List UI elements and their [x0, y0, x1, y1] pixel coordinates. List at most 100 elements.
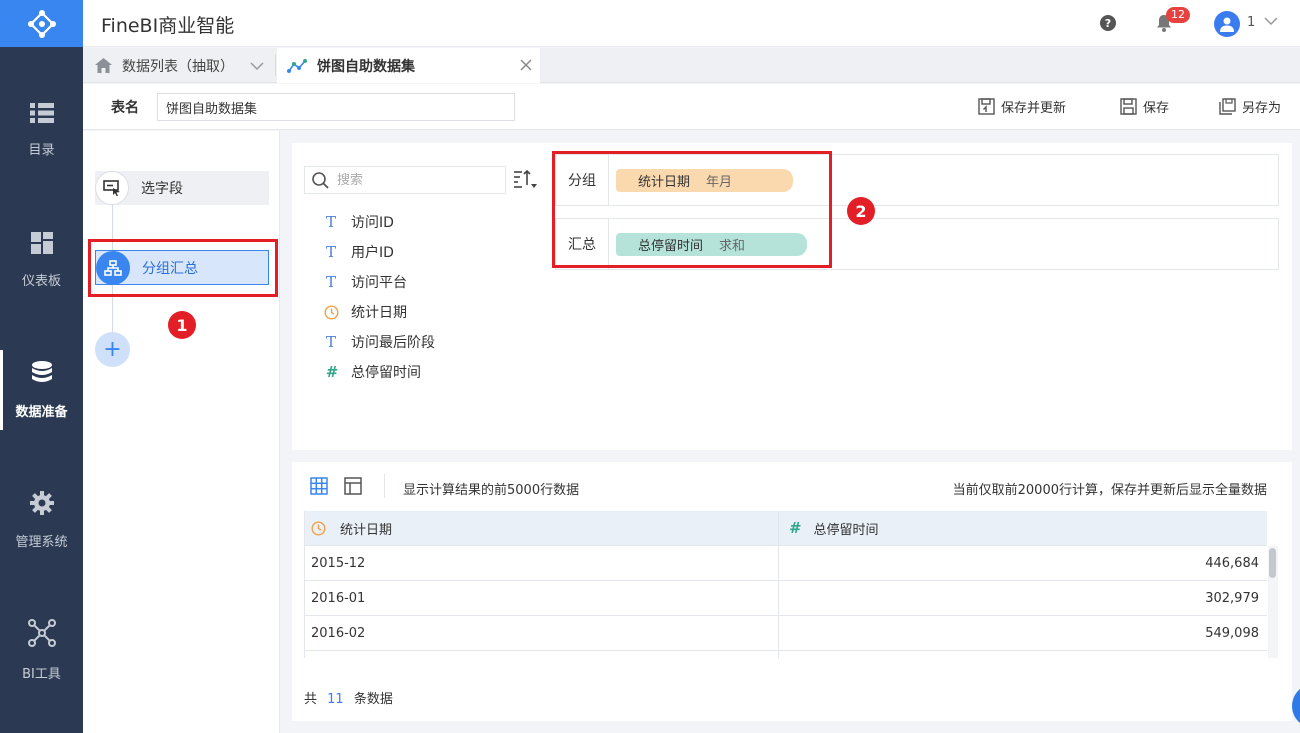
clock-icon — [311, 520, 326, 536]
chevron-down-icon[interactable] — [1264, 16, 1278, 26]
table-name-bar: 表名 保存并更新 保存 另存为 — [83, 84, 1300, 130]
sort-icon[interactable] — [513, 170, 537, 190]
table-row: 2016-01 302,979 — [305, 581, 1267, 616]
table-row: 2016-02 549,098 — [305, 616, 1267, 651]
result-note: 当前仅取前20000行计算，保存并更新后显示全量数据 — [952, 483, 1267, 498]
finebi-logo-icon — [27, 9, 56, 38]
app-title: FineBI商业智能 — [101, 15, 235, 37]
database-icon — [31, 360, 52, 382]
table-row: 2015-12 446,684 — [305, 546, 1267, 581]
field-item[interactable]: 统计日期 — [320, 297, 435, 327]
save-and-update-label: 保存并更新 — [1001, 101, 1067, 116]
cell-duration: 446,684 — [1205, 555, 1259, 571]
column-header-duration[interactable]: # 总停留时间 — [779, 511, 1267, 545]
table-header: 统计日期 # 总停留时间 — [305, 511, 1267, 546]
field-list: T 访问ID T 用户ID T 访问平台 统计日期 T 访问最后阶段 # 总停留… — [320, 207, 435, 387]
tab-label: 数据列表（抽取） — [122, 58, 234, 75]
cell-date: 2015-12 — [305, 546, 779, 580]
table-name-input[interactable] — [157, 93, 515, 121]
floating-assistant-button[interactable] — [1292, 684, 1300, 728]
logo[interactable] — [0, 0, 83, 47]
count-number: 11 — [327, 692, 344, 707]
toolbar-divider — [384, 474, 385, 498]
text-field-icon: T — [325, 273, 336, 291]
cell-date — [305, 651, 779, 658]
search-input[interactable] — [337, 172, 487, 188]
user-name[interactable]: 1 — [1247, 15, 1255, 30]
nav-item-bi-tools[interactable]: BI工具 — [0, 610, 83, 690]
field-item[interactable]: # 总停留时间 — [320, 357, 435, 387]
self-service-dataset-icon — [287, 58, 307, 73]
nav-label: 仪表板 — [21, 273, 61, 289]
field-label: 统计日期 — [351, 305, 407, 321]
network-icon — [27, 618, 56, 647]
notification-badge: 12 — [1166, 7, 1190, 23]
clock-icon — [320, 304, 342, 320]
field-item[interactable]: T 访问ID — [320, 207, 435, 237]
annotation-box-1 — [88, 239, 278, 297]
dashboard-icon — [30, 231, 53, 254]
save-as-label: 另存为 — [1242, 101, 1282, 116]
text-field-icon: T — [325, 213, 336, 231]
nav-item-dashboard[interactable]: 仪表板 — [0, 220, 83, 300]
field-label: 总停留时间 — [351, 365, 421, 381]
top-header: FineBI商业智能 ? 12 1 — [83, 0, 1300, 47]
add-step-button[interactable]: + — [95, 332, 130, 367]
number-field-icon: # — [325, 363, 337, 381]
field-label: 访问平台 — [351, 275, 407, 291]
cell-date: 2016-01 — [305, 581, 779, 615]
number-field-icon: # — [789, 519, 800, 537]
steps-panel: 选字段 分组汇总 + — [83, 131, 280, 733]
field-item[interactable]: T 访问平台 — [320, 267, 435, 297]
list-icon — [29, 102, 54, 123]
nav-item-catalog[interactable]: 目录 — [0, 90, 83, 170]
chevron-down-icon[interactable] — [250, 61, 264, 71]
annotation-box-2 — [552, 151, 832, 268]
table-view-icon[interactable] — [310, 477, 328, 495]
search-icon — [312, 171, 329, 189]
scrollbar-thumb[interactable] — [1269, 548, 1276, 578]
select-field-icon — [95, 171, 129, 205]
nav-label: 数据准备 — [15, 404, 68, 420]
tab-data-list[interactable]: 数据列表（抽取） — [95, 48, 273, 83]
save-icon — [1120, 98, 1137, 115]
step-select-fields[interactable]: 选字段 — [95, 171, 269, 205]
left-nav: 目录 仪表板 数据准备 管理系统 BI工具 — [0, 0, 83, 733]
save-and-update-button[interactable]: 保存并更新 — [978, 97, 1066, 116]
nav-item-data-prep[interactable]: 数据准备 — [0, 350, 83, 430]
cell-duration: 549,098 — [1205, 625, 1259, 641]
table-row-partial — [305, 651, 1267, 658]
tab-pie-dataset[interactable]: 饼图自助数据集 — [277, 48, 540, 83]
count-prefix: 共 — [304, 692, 318, 707]
gear-icon — [29, 490, 54, 515]
save-label: 保存 — [1143, 101, 1170, 116]
text-field-icon: T — [325, 243, 336, 261]
column-label: 统计日期 — [340, 522, 393, 538]
detail-view-icon[interactable] — [344, 477, 362, 495]
save-as-button[interactable]: 另存为 — [1219, 97, 1281, 116]
annotation-marker-1: 1 — [168, 311, 196, 339]
annotation-marker-2: 2 — [847, 197, 875, 225]
home-icon — [95, 58, 112, 73]
nav-item-admin[interactable]: 管理系统 — [0, 480, 83, 560]
field-search[interactable] — [304, 166, 506, 194]
field-item[interactable]: T 访问最后阶段 — [320, 327, 435, 357]
table-name-label: 表名 — [111, 100, 139, 116]
field-label: 用户ID — [351, 245, 394, 261]
field-item[interactable]: T 用户ID — [320, 237, 435, 267]
avatar[interactable] — [1214, 11, 1240, 37]
save-as-icon — [1219, 98, 1236, 115]
field-label: 访问最后阶段 — [351, 335, 435, 351]
help-icon[interactable]: ? — [1100, 15, 1116, 31]
field-label: 访问ID — [351, 215, 394, 231]
tab-bar: 数据列表（抽取） 饼图自助数据集 — [83, 48, 1300, 83]
close-icon[interactable] — [520, 59, 532, 71]
result-panel: 显示计算结果的前5000行数据 当前仅取前20000行计算，保存并更新后显示全量… — [292, 462, 1292, 721]
save-button[interactable]: 保存 — [1120, 97, 1169, 116]
text-field-icon: T — [325, 333, 336, 351]
cell-duration: 302,979 — [1205, 590, 1259, 606]
save-update-icon — [978, 98, 995, 115]
user-icon — [1220, 17, 1234, 32]
column-header-date[interactable]: 统计日期 — [305, 511, 779, 545]
column-label: 总停留时间 — [813, 522, 879, 538]
